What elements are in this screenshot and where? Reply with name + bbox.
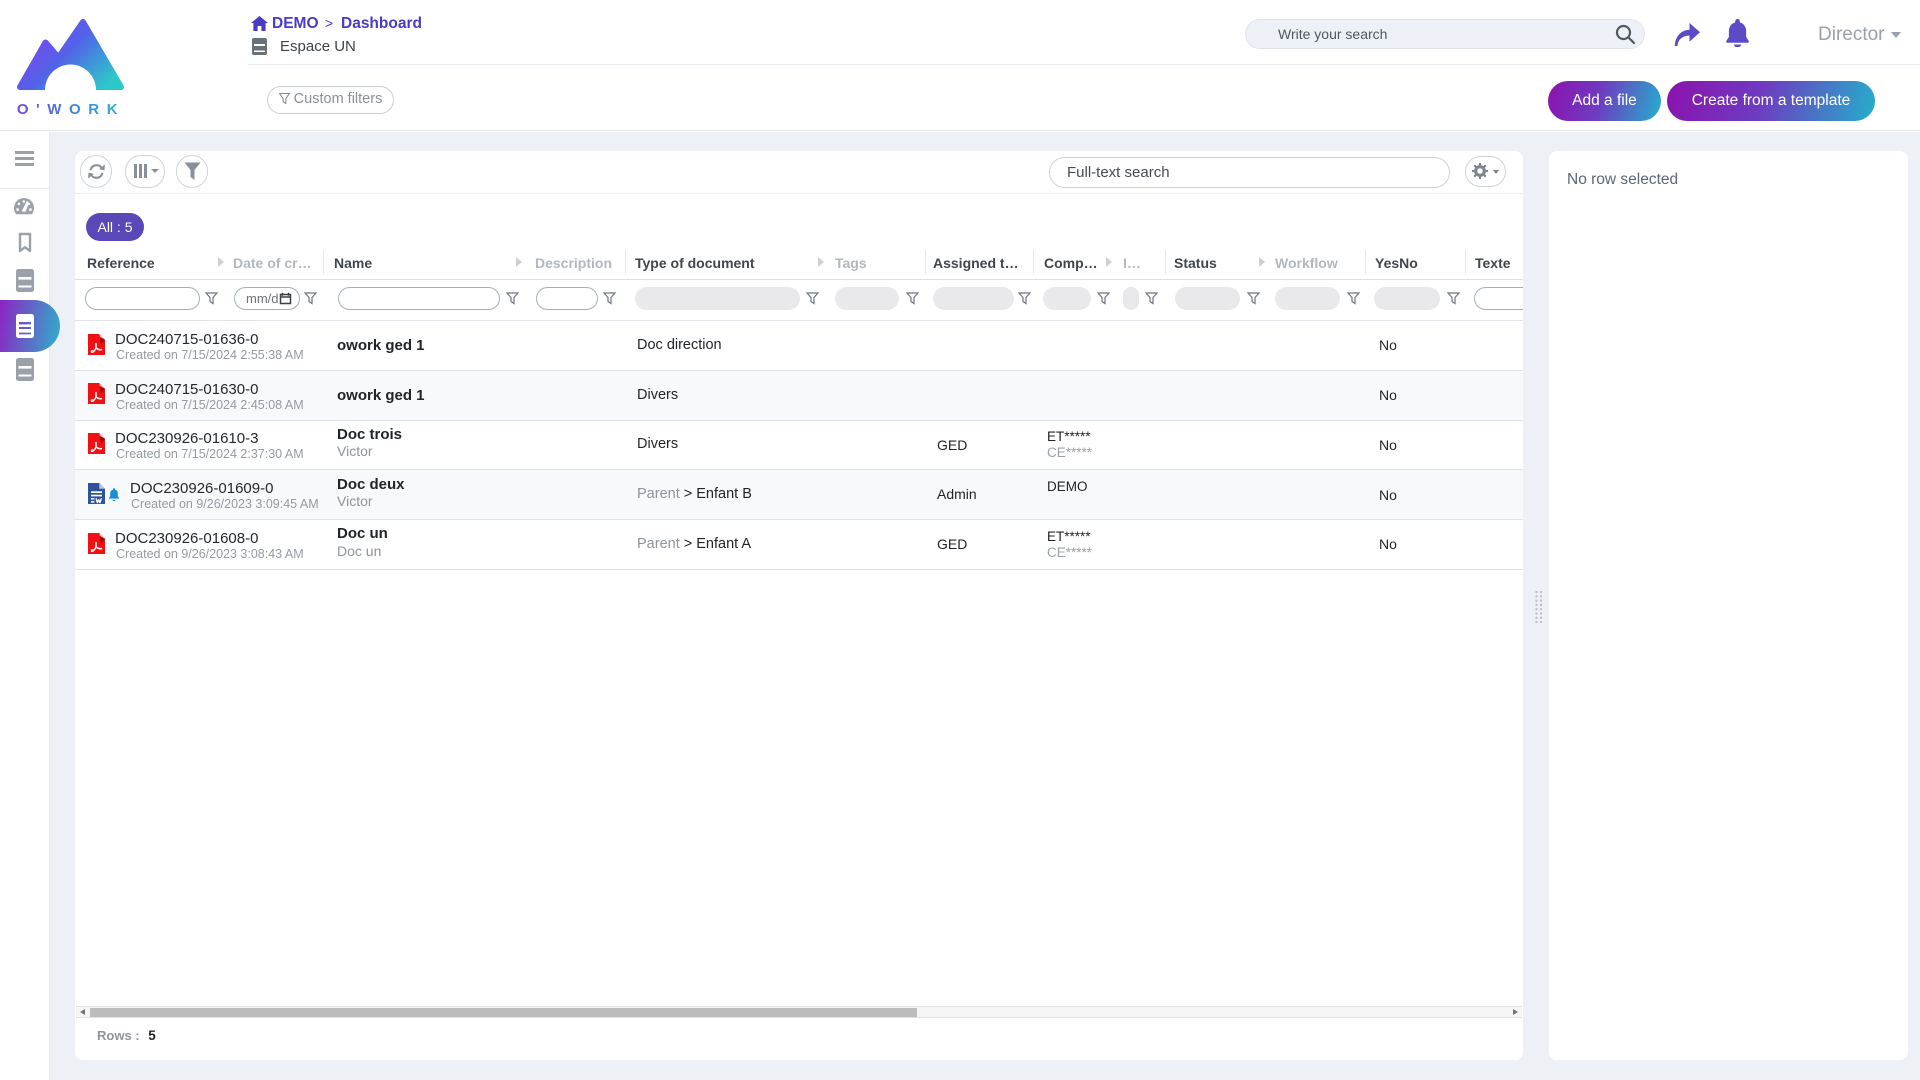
- svg-text:O'WORK: O'WORK: [17, 101, 125, 116]
